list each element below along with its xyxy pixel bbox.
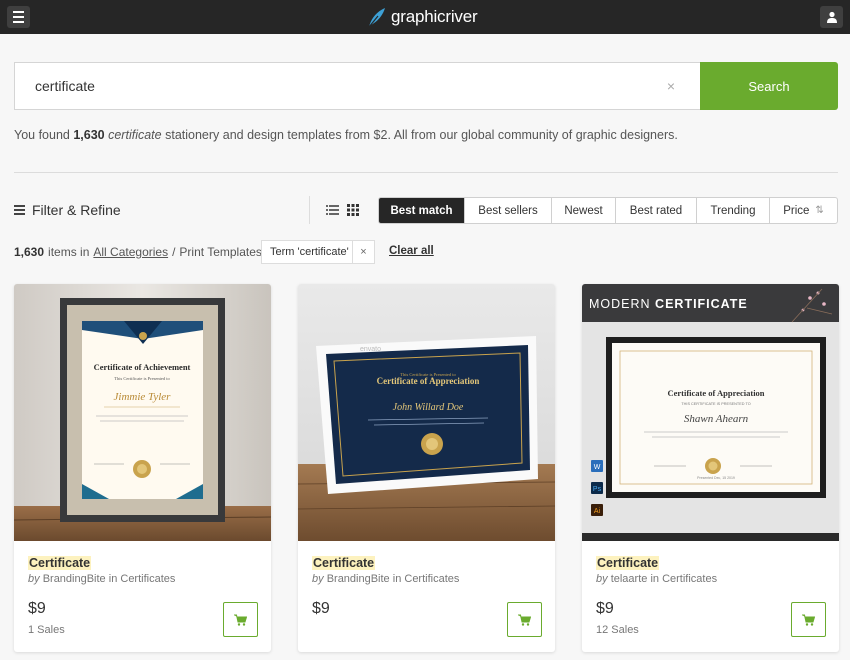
card-author-line: by BrandingBite in Certificates (312, 573, 459, 585)
results-count: 1,630 (73, 128, 105, 142)
product-thumbnail[interactable]: This Certificate is Presented to Certifi… (298, 284, 555, 541)
by-label: by (596, 573, 608, 585)
view-separator (309, 196, 310, 224)
term-chip-label: Term 'certificate' (270, 246, 349, 258)
card-price: $9 (312, 600, 330, 617)
breadcrumb-separator: / (172, 245, 176, 259)
product-thumbnail[interactable]: MODERN CERTIFICATE Certificate of Apprec… (582, 284, 839, 541)
term-filter-chip: Term 'certificate' × (261, 240, 375, 264)
results-summary: You found 1,630 certificate stationery a… (14, 128, 678, 142)
author-link[interactable]: BrandingBite (43, 573, 106, 585)
user-icon[interactable] (820, 6, 843, 28)
category-link[interactable]: Certificates (404, 573, 459, 585)
thumbnail-heading: Certificate of Appreciation (377, 376, 480, 386)
sort-best-sellers[interactable]: Best sellers (464, 198, 551, 223)
svg-text:W: W (594, 464, 601, 471)
card-title[interactable]: Certificate (596, 556, 660, 570)
leaf-logo-icon (368, 8, 385, 28)
add-to-cart-button[interactable] (507, 602, 542, 637)
items-count: 1,630 (14, 245, 45, 259)
sort-newest[interactable]: Newest (551, 198, 615, 223)
sort-arrows-icon: ⇅ (815, 205, 824, 216)
cart-icon (802, 614, 815, 626)
card-title[interactable]: Certificate (28, 556, 92, 570)
thumbnail-footer: Presented Dec, 15 2019 (697, 476, 735, 480)
thumbnail-line: THIS CERTIFICATE IS PRESENTED TO (681, 402, 750, 406)
in-label: in (392, 573, 402, 585)
thumbnail-heading: Certificate of Achievement (94, 362, 191, 372)
category-link[interactable]: Certificates (120, 573, 175, 585)
by-label: by (312, 573, 324, 585)
card-title[interactable]: Certificate (312, 556, 376, 570)
hamburger-menu-icon[interactable] (7, 6, 30, 28)
site-logo[interactable]: graphicriver (365, 5, 478, 29)
clear-search-icon[interactable]: × (667, 78, 675, 94)
thumbnail-heading: Certificate of Appreciation (667, 388, 764, 398)
cart-icon (518, 614, 531, 626)
card-sales: 12 Sales (596, 624, 639, 636)
thumbnail-name: John Willard Doe (393, 402, 464, 413)
add-to-cart-button[interactable] (223, 602, 258, 637)
cart-icon (234, 614, 247, 626)
sort-price-label: Price (783, 204, 810, 217)
svg-text:MODERN CERTIFICATE: MODERN CERTIFICATE (589, 297, 748, 311)
results-prefix: You found (14, 128, 70, 142)
results-term: certificate (108, 128, 162, 142)
banner-light-text: MODERN (589, 297, 651, 311)
svg-text:Ai: Ai (594, 508, 601, 515)
filter-refine-button[interactable]: Filter & Refine (14, 202, 121, 218)
sort-trending[interactable]: Trending (696, 198, 769, 223)
by-label: by (28, 573, 40, 585)
sort-options: Best match Best sellers Newest Best rate… (378, 197, 838, 224)
card-sales: 1 Sales (28, 624, 65, 636)
items-in-label: items in (48, 245, 90, 259)
remove-term-icon[interactable]: × (352, 241, 374, 263)
product-thumbnail[interactable]: Certificate of Achievement This Certific… (14, 284, 271, 541)
thumbnail-line: This Certificate is Presented to (114, 376, 170, 381)
search-button[interactable]: Search (700, 62, 838, 110)
sort-best-match[interactable]: Best match (379, 198, 464, 223)
subcategory-label: Print Templates (179, 245, 262, 259)
category-link[interactable]: Certificates (662, 573, 717, 585)
card-author-line: by BrandingBite in Certificates (28, 573, 175, 585)
items-breadcrumb: 1,630 items in All Categories / Print Te… (14, 240, 262, 264)
filter-sliders-icon (14, 205, 25, 215)
banner-bold-text: CERTIFICATE (655, 297, 748, 311)
sort-best-rated[interactable]: Best rated (615, 198, 696, 223)
svg-text:Ps: Ps (593, 486, 602, 493)
card-author-line: by telaarte in Certificates (596, 573, 717, 585)
add-to-cart-button[interactable] (791, 602, 826, 637)
filter-label: Filter & Refine (32, 202, 121, 218)
search-box: × (14, 62, 701, 110)
sort-price[interactable]: Price ⇅ (769, 198, 837, 223)
author-link[interactable]: BrandingBite (327, 573, 390, 585)
thumbnail-name: Shawn Ahearn (684, 413, 749, 425)
all-categories-link[interactable]: All Categories (93, 245, 168, 259)
product-card[interactable]: This Certificate is Presented to Certifi… (298, 284, 555, 652)
author-link[interactable]: telaarte (611, 573, 648, 585)
card-price: $9 (596, 600, 614, 617)
search-input[interactable] (35, 63, 655, 109)
in-label: in (108, 573, 118, 585)
in-label: in (650, 573, 660, 585)
thumbnail-name: Jimmie Tyler (114, 391, 172, 403)
logo-text: graphicriver (391, 7, 478, 26)
list-view-icon[interactable] (326, 204, 339, 216)
watermark: envato (360, 346, 381, 353)
card-price: $9 (28, 600, 46, 617)
product-card[interactable]: MODERN CERTIFICATE Certificate of Apprec… (582, 284, 839, 652)
clear-all-link[interactable]: Clear all (389, 245, 434, 257)
divider (14, 172, 838, 173)
results-suffix: stationery and design templates from $2.… (165, 128, 678, 142)
top-navigation-bar: graphicriver (0, 0, 850, 34)
grid-view-icon[interactable] (347, 204, 359, 216)
product-card[interactable]: Certificate of Achievement This Certific… (14, 284, 271, 652)
